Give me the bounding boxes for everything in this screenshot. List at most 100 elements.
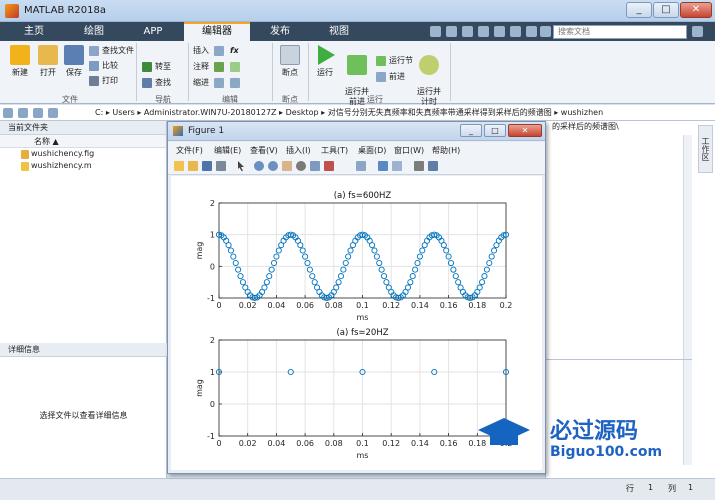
advance-button[interactable]: 前进 — [376, 71, 405, 83]
forward-arrow-icon[interactable] — [18, 108, 28, 118]
data-point — [479, 279, 486, 286]
tab-plots[interactable]: 绘图 — [66, 22, 122, 41]
tab-editor[interactable]: 编辑器 — [184, 22, 250, 41]
workspace-side-tab[interactable]: 工作区 — [698, 125, 713, 173]
print-button[interactable]: 打印 — [89, 75, 118, 87]
list-item[interactable]: wushichency.fig — [0, 148, 166, 160]
breakpoints-button[interactable]: 断点 — [276, 45, 304, 78]
new-button[interactable]: 新建 — [6, 45, 34, 78]
details-hint: 选择文件以查看详细信息 — [39, 411, 128, 420]
list-item[interactable]: wushizhency.m — [0, 160, 166, 172]
redo-icon[interactable] — [510, 26, 521, 37]
help-icon[interactable] — [540, 26, 551, 37]
group-separator — [308, 43, 309, 101]
zoom-out-icon[interactable] — [268, 161, 278, 171]
pan-hand-icon[interactable] — [282, 161, 292, 171]
switch-windows-icon[interactable] — [526, 26, 537, 37]
open-file-icon[interactable] — [188, 161, 198, 171]
back-arrow-icon[interactable] — [3, 108, 13, 118]
indent-icon[interactable] — [214, 77, 227, 89]
breadcrumb[interactable]: C: ▸ Users ▸ Administrator.WIN7U-2018012… — [95, 105, 603, 120]
run-section-button[interactable]: 运行节 — [376, 55, 413, 67]
name-column-header[interactable]: 名称 ▲ — [0, 135, 166, 148]
menu-window[interactable]: 窗口(W) — [394, 145, 424, 156]
figure-maximize-button[interactable]: □ — [484, 124, 506, 137]
indent-button[interactable]: 缩进 — [193, 77, 209, 89]
close-button[interactable]: ✕ — [680, 2, 712, 18]
data-point — [455, 279, 462, 286]
goto-button[interactable]: 转至 — [142, 61, 171, 73]
outdent-icon[interactable] — [230, 77, 243, 89]
show-plot-tools-icon[interactable] — [428, 161, 438, 171]
x-tick-label: 0.02 — [239, 301, 257, 310]
uncomment-icon[interactable] — [230, 61, 243, 73]
copy-icon[interactable] — [462, 26, 473, 37]
data-point — [311, 279, 318, 286]
data-point — [337, 273, 345, 280]
up-folder-icon[interactable] — [33, 108, 43, 118]
pointer-icon[interactable] — [238, 161, 244, 171]
y-axis-label: mag — [195, 379, 204, 397]
hide-plot-tools-icon[interactable] — [414, 161, 424, 171]
floppy-disk-icon — [64, 45, 84, 65]
figure-close-button[interactable]: ✕ — [508, 124, 542, 137]
tab-home[interactable]: 主页 — [8, 22, 60, 41]
search-documentation-input[interactable]: 搜索文档 — [553, 25, 687, 39]
colorbar-icon[interactable] — [378, 161, 388, 171]
tab-publish[interactable]: 发布 — [254, 22, 306, 41]
comment-button[interactable]: 注释 — [193, 61, 209, 73]
find-files-button[interactable]: 查找文件 — [89, 45, 134, 57]
figure-menubar: 文件(F) 编辑(E) 查看(V) 插入(I) 工具(T) 桌面(D) 窗口(W… — [168, 142, 545, 157]
tab-view[interactable]: 视图 — [312, 22, 366, 41]
rotate-3d-icon[interactable] — [296, 161, 306, 171]
find-label: 查找 — [155, 78, 171, 87]
insert-section-icon[interactable] — [214, 45, 227, 57]
browse-folder-icon[interactable] — [48, 108, 58, 118]
run-and-time-button[interactable]: 运行并 计时 — [414, 45, 444, 107]
new-figure-icon[interactable] — [174, 161, 184, 171]
brush-icon[interactable] — [324, 161, 334, 171]
maximize-button[interactable]: □ — [653, 2, 679, 18]
data-point — [481, 273, 488, 280]
row-value: 1 — [648, 483, 654, 492]
save-button[interactable]: 保存 — [60, 45, 88, 78]
data-point — [419, 247, 426, 254]
compare-button[interactable]: 比较 — [89, 60, 118, 72]
menu-edit[interactable]: 编辑(E) — [214, 145, 241, 156]
insert-button[interactable]: 插入 — [193, 45, 209, 57]
open-button[interactable]: 打开 — [34, 45, 62, 78]
print-label: 打印 — [102, 76, 118, 85]
insert-function-button[interactable]: fx — [230, 45, 239, 57]
filter-icon[interactable] — [692, 26, 703, 37]
group-separator — [450, 43, 451, 101]
data-cursor-icon[interactable] — [310, 161, 320, 171]
undo-icon[interactable] — [494, 26, 505, 37]
menu-insert[interactable]: 插入(I) — [286, 145, 311, 156]
menu-tools[interactable]: 工具(T) — [321, 145, 348, 156]
data-point — [443, 247, 450, 254]
data-point — [263, 279, 270, 286]
menu-file[interactable]: 文件(F) — [176, 145, 203, 156]
x-tick-label: 0.12 — [382, 301, 400, 310]
tab-apps[interactable]: APP — [128, 22, 178, 41]
menu-view[interactable]: 查看(V) — [250, 145, 278, 156]
menu-desktop[interactable]: 桌面(D) — [358, 145, 386, 156]
run-button[interactable]: 运行 — [312, 45, 338, 78]
figure-minimize-button[interactable]: _ — [460, 124, 482, 137]
y-tick-label: -1 — [207, 294, 215, 303]
minimize-button[interactable]: _ — [626, 2, 652, 18]
print-figure-icon[interactable] — [216, 161, 226, 171]
find-button[interactable]: 查找 — [142, 77, 171, 89]
link-plot-icon[interactable] — [356, 161, 366, 171]
ribbon-tabs: 主页 绘图 APP 编辑器 发布 视图 搜索文档 — [0, 22, 715, 41]
save-figure-icon[interactable] — [202, 161, 212, 171]
menu-help[interactable]: 帮助(H) — [432, 145, 460, 156]
figure-title-bar[interactable]: Figure 1 _ □ ✕ — [168, 122, 545, 141]
legend-icon[interactable] — [392, 161, 402, 171]
comment-percent-icon[interactable] — [214, 61, 227, 73]
zoom-in-icon[interactable] — [254, 161, 264, 171]
save-quick-icon[interactable] — [430, 26, 441, 37]
y-tick-label: 0 — [210, 400, 215, 409]
cut-icon[interactable] — [446, 26, 457, 37]
paste-icon[interactable] — [478, 26, 489, 37]
